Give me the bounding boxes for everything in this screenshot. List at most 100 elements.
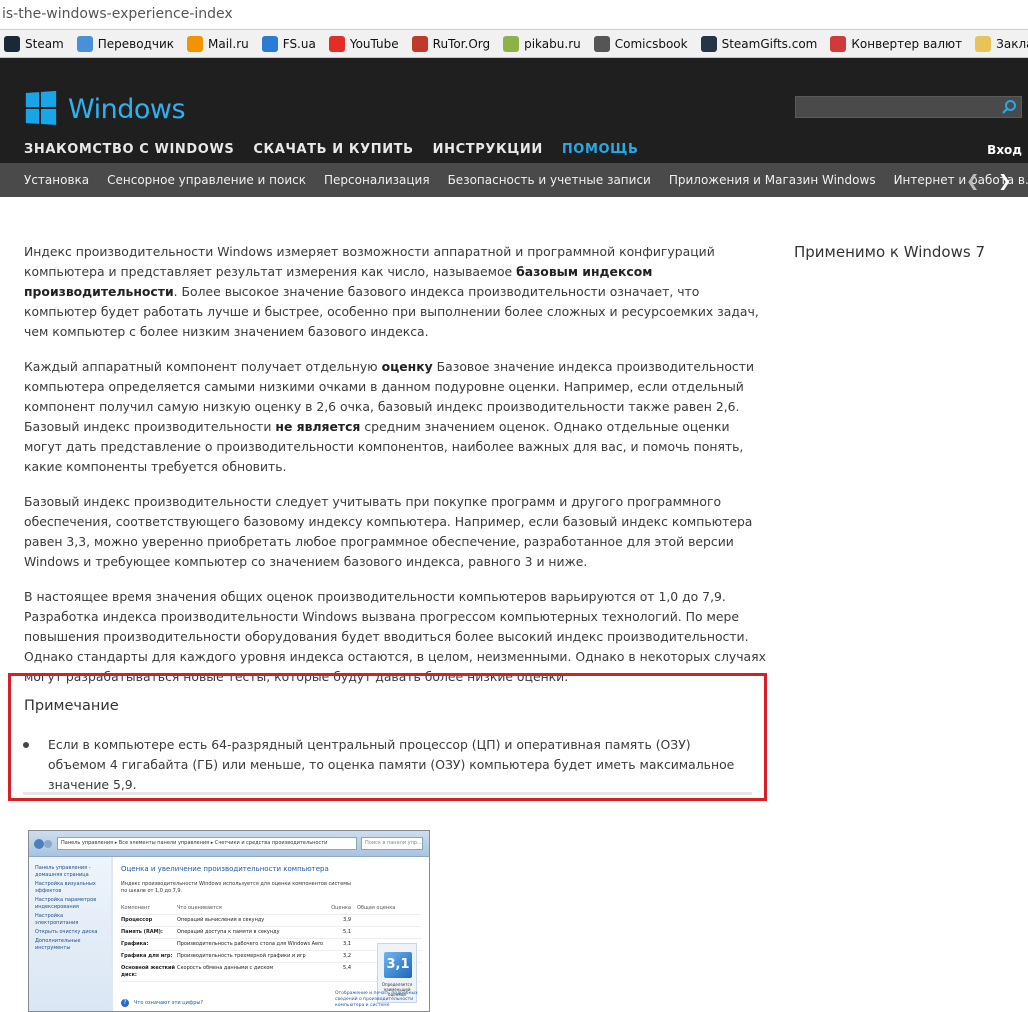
main-nav-item[interactable]: ЗНАКОМСТВО С WINDOWS: [24, 142, 234, 157]
sub-nav-item[interactable]: Персонализация: [324, 173, 430, 187]
steam-icon: [4, 35, 20, 52]
bookmarks-bar: Steam Переводчик Mail.ru FS.ua YouTube RuTor.…: [0, 30, 1028, 58]
screenshot-sidebar: Панель управления - домашняя страница Нас…: [29, 857, 111, 1011]
bookmark-label: FS.ua: [282, 36, 316, 51]
article-paragraph: Индекс производительности Windows измеря…: [24, 244, 759, 339]
url-text[interactable]: is-the-windows-experience-index: [2, 6, 233, 22]
table-row: Процессор Операций вычисления в секунду 3,…: [121, 915, 421, 927]
performance-screenshot: Панель управления ▸ Все элементы панели …: [28, 830, 430, 1012]
windows-flag-icon: [25, 90, 58, 127]
sub-nav-item[interactable]: Безопасность и учетные записи: [448, 173, 651, 187]
steamgifts-icon: [700, 35, 717, 52]
help-link-text: Что означают эти цифры?: [134, 1000, 203, 1006]
screenshot-search: Поиск в панели упр...: [361, 837, 423, 850]
sub-nav: Установка Сенсорное управление и поиск Пер…: [0, 163, 1028, 197]
bullet-icon: [23, 742, 29, 748]
table-cell: Память (RAM):: [121, 929, 163, 935]
screenshot-sidebar-link: Дополнительные инструменты: [35, 938, 81, 951]
bookmark-label: Конвертер валют: [851, 36, 963, 51]
table-cell: Графика для игр:: [121, 953, 173, 959]
screenshot-sidebar-link: Настройка визуальных эффектов: [35, 881, 96, 894]
screenshot-sidebar-link: Настройка электропитания: [35, 913, 79, 926]
screenshot-title: Оценка и увеличение производительности к…: [121, 865, 329, 873]
bookmark-item[interactable]: Закладки: [975, 35, 1028, 52]
youtube-icon: [328, 35, 345, 52]
bookmark-label: SteamGifts.com: [721, 36, 818, 51]
signin-link[interactable]: Вход: [987, 143, 1022, 157]
table-cell: Производительность рабочего стола для Wi…: [177, 941, 324, 947]
translator-icon: [76, 35, 93, 52]
site-header: Windows ЗНАКОМСТВО С WINDOWS СКАЧАТЬ И КУ…: [0, 58, 1028, 163]
applies-to-heading: Применимо к Windows 7: [794, 243, 986, 261]
table-header: Компонент Что оценивается Оценка Общая оцен…: [121, 903, 421, 915]
bookmark-item[interactable]: Steam: [4, 35, 64, 52]
bookmark-item[interactable]: Конвертер валют: [830, 35, 963, 52]
table-row: Память (RAM): Операций доступа к памяти в…: [121, 927, 421, 939]
pikabu-icon: [503, 35, 520, 52]
search-icon[interactable]: [1001, 99, 1017, 115]
bookmark-label: Закладки: [996, 36, 1028, 51]
main-nav-item[interactable]: СКАЧАТЬ И КУПИТЬ: [253, 142, 413, 157]
logo-text: Windows: [68, 93, 186, 125]
table-cell: Производительность трехмерной графики и …: [177, 953, 306, 959]
bookmark-item[interactable]: Comicsbook: [593, 35, 688, 52]
table-row: Графика: Производительность рабочего стол…: [121, 939, 421, 951]
table-cell: 3,2: [343, 953, 351, 959]
table-cell: 3,9: [343, 917, 351, 923]
bookmark-label: Comicsbook: [614, 36, 688, 51]
screenshot-sidebar-link: Панель управления - домашняя страница: [35, 865, 91, 878]
folder-icon: [975, 35, 992, 52]
screenshot-details-link: Отображение и печать подробных сведений …: [335, 991, 418, 1008]
table-row: Основной жесткий диск: Скорость обмена да…: [121, 963, 421, 982]
rutor-icon: [411, 35, 428, 52]
chevron-right-icon[interactable]: ❯: [998, 171, 1011, 190]
main-nav: ЗНАКОМСТВО С WINDOWS СКАЧАТЬ И КУПИТЬ ИНСТ…: [24, 142, 658, 157]
note-title: Примечание: [24, 698, 119, 714]
screenshot-sidebar-link: Открыть очистку диска: [35, 929, 98, 935]
table-cell: Операций вычисления в секунду: [177, 917, 265, 923]
column-header: Оценка: [331, 905, 351, 911]
converter-icon: [830, 35, 847, 52]
site-search-input[interactable]: [795, 96, 1022, 118]
note-box: Примечание Если в компьютере есть 64-раз…: [8, 673, 767, 801]
table-cell: 3,1: [343, 941, 351, 947]
bookmark-item[interactable]: RuTor.Org: [411, 35, 491, 52]
column-header: Общая оценка: [357, 905, 396, 911]
column-header: Компонент: [121, 905, 151, 911]
main-nav-item[interactable]: ИНСТРУКЦИИ: [433, 142, 543, 157]
screenshot-address: Панель управления ▸ Все элементы панели …: [57, 837, 357, 850]
note-text: Если в компьютере есть 64-разрядный цент…: [48, 737, 735, 792]
sub-nav-item[interactable]: Приложения и Магазин Windows: [669, 173, 876, 187]
mailru-icon: [187, 35, 204, 52]
table-row: Графика для игр: Производительность трехм…: [121, 951, 421, 963]
bookmark-item[interactable]: YouTube: [328, 35, 399, 52]
bookmark-label: RuTor.Org: [432, 36, 491, 51]
bookmark-label: Переводчик: [97, 36, 175, 51]
bookmark-label: pikabu.ru: [524, 36, 581, 51]
bookmark-item[interactable]: pikabu.ru: [503, 35, 581, 52]
screenshot-sidebar-link: Настройка параметров индексирования: [35, 897, 97, 910]
sub-nav-item[interactable]: Установка: [24, 173, 89, 187]
bookmark-label: YouTube: [349, 36, 399, 51]
base-score-tile: 3,1: [384, 952, 412, 978]
bookmark-item[interactable]: SteamGifts.com: [700, 35, 818, 52]
bookmark-item[interactable]: Mail.ru: [187, 35, 249, 52]
bookmark-item[interactable]: FS.ua: [261, 35, 316, 52]
screenshot-main: Оценка и увеличение производительности к…: [113, 857, 429, 1011]
address-bar[interactable]: is-the-windows-experience-index: [0, 0, 1028, 30]
table-cell: Скорость обмена данными с диском: [177, 965, 274, 971]
chevron-left-icon[interactable]: ❮: [966, 171, 979, 190]
arrow-up-icon: [261, 35, 278, 52]
column-header: Что оценивается: [177, 905, 222, 911]
table-cell: 5,1: [343, 929, 351, 935]
bookmark-item[interactable]: Переводчик: [76, 35, 175, 52]
article-paragraph: В настоящее время значения общих оценок …: [24, 589, 766, 684]
article-paragraph: Каждый аппаратный компонент получает отд…: [24, 359, 754, 474]
main-nav-item[interactable]: ПОМОЩЬ: [562, 142, 639, 157]
table-cell: Графика:: [121, 941, 149, 947]
table-cell: Операций доступа к памяти в секунду: [177, 929, 280, 935]
back-forward-icon: [33, 836, 53, 850]
table-cell: Основной жесткий диск:: [121, 965, 176, 978]
sub-nav-item[interactable]: Сенсорное управление и поиск: [107, 173, 306, 187]
windows-logo[interactable]: Windows: [24, 90, 186, 127]
